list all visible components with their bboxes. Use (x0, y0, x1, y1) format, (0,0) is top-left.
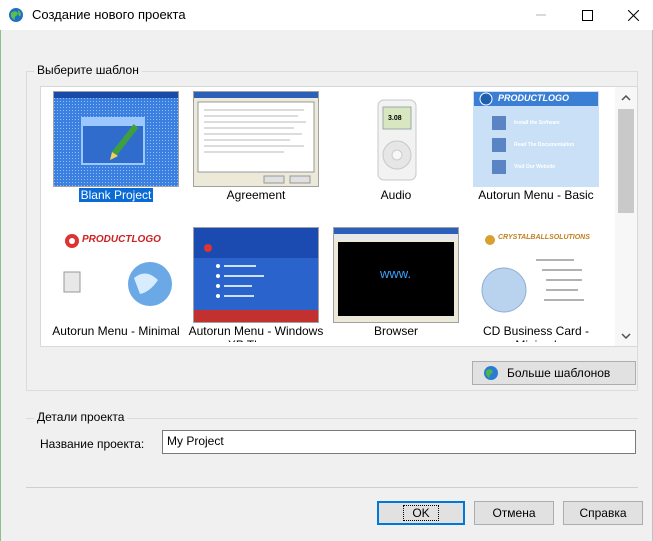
productlogo-text: PRODUCTLOGO (498, 93, 569, 103)
cancel-button[interactable]: Отмена (474, 501, 554, 525)
template-label: CD Business Card - Minimal (482, 324, 590, 342)
template-tile[interactable]: Autorun Menu - Windows XP Theme (181, 223, 323, 346)
template-thumbnail-blank (53, 91, 179, 187)
audio-time-readout: 3.08 (388, 115, 402, 122)
title-bar[interactable]: Создание нового проекта (0, 0, 653, 30)
project-name-label: Название проекта: (40, 437, 145, 451)
crystalball-logo-text: CRYSTALBALLSOLUTIONS (498, 234, 590, 241)
template-thumbnail-audio: 3.08 (333, 91, 459, 187)
window-title: Создание нового проекта (32, 7, 186, 22)
scroll-down-button[interactable] (615, 327, 637, 345)
help-button-label: Справка (579, 506, 627, 520)
template-label: Audio (380, 188, 412, 202)
scroll-thumb[interactable] (618, 109, 634, 213)
cancel-button-label: Отмена (492, 506, 536, 520)
browser-www-text: www. (380, 266, 412, 281)
gallery-scrollbar[interactable] (615, 87, 637, 346)
template-tile[interactable]: PRODUCTLOGO Install the Software Read Th… (461, 87, 601, 217)
more-templates-label: Больше шаблонов (507, 366, 611, 380)
maximize-icon (581, 9, 593, 21)
template-thumbnail-browser: www. (333, 227, 459, 323)
template-tile[interactable]: PRODUCTLOGO Autorun Menu - Minimal (41, 223, 181, 346)
template-thumbnail-autorun-basic: PRODUCTLOGO Install the Software Read Th… (473, 91, 599, 187)
template-label: Browser (373, 324, 418, 338)
window-left-edge (0, 0, 1, 541)
template-tile[interactable]: 3.08 Audio (321, 87, 461, 217)
app-globe-icon (9, 8, 23, 22)
ok-button-label: OK (403, 505, 439, 521)
more-templates-button[interactable]: Больше шаблонов (472, 361, 636, 385)
chevron-down-icon (621, 333, 631, 339)
ok-button[interactable]: OK (377, 501, 465, 525)
basic-menu-item: Install the Software (514, 120, 560, 126)
chevron-up-icon (621, 95, 631, 101)
template-label: Blank Project (78, 188, 154, 202)
template-thumbnail-autorun-minimal: PRODUCTLOGO (53, 227, 179, 323)
minimize-button[interactable] (518, 0, 564, 30)
template-label: Autorun Menu - Windows XP Theme (188, 324, 324, 342)
close-icon (627, 9, 639, 21)
template-tile[interactable]: Blank Project (41, 87, 181, 217)
templates-group-label: Выберите шаблон (34, 63, 142, 77)
buttons-separator (26, 487, 638, 488)
globe-icon (484, 366, 498, 380)
details-group-label: Детали проекта (34, 410, 128, 424)
template-thumbnail-agreement (193, 91, 319, 187)
template-tile[interactable]: CRYSTALBALLSOLUTIONS CD Business Card - … (461, 223, 601, 346)
template-label: Autorun Menu - Basic (478, 188, 594, 202)
minimize-icon (536, 14, 546, 16)
scroll-up-button[interactable] (615, 89, 637, 107)
template-thumbnail-cd-card: CRYSTALBALLSOLUTIONS (473, 227, 599, 323)
template-tile[interactable]: www. Browser (321, 223, 461, 346)
close-button[interactable] (610, 0, 653, 30)
maximize-button[interactable] (564, 0, 610, 30)
template-gallery[interactable]: Blank Project Agreement 3.08 Audio PRODU… (40, 86, 638, 347)
project-name-input[interactable]: My Project (162, 430, 636, 454)
new-project-dialog: Создание нового проекта Выберите шаблон (0, 0, 653, 541)
basic-menu-item: Read The Documentation (514, 142, 575, 148)
help-button[interactable]: Справка (563, 501, 643, 525)
basic-menu-item: Visit Our Website (514, 164, 556, 170)
productlogo-text: PRODUCTLOGO (82, 234, 161, 245)
template-label: Autorun Menu - Minimal (52, 324, 180, 338)
template-thumbnail-autorun-xp (193, 227, 319, 323)
template-tile[interactable]: Agreement (181, 87, 321, 217)
template-label: Agreement (226, 188, 286, 202)
